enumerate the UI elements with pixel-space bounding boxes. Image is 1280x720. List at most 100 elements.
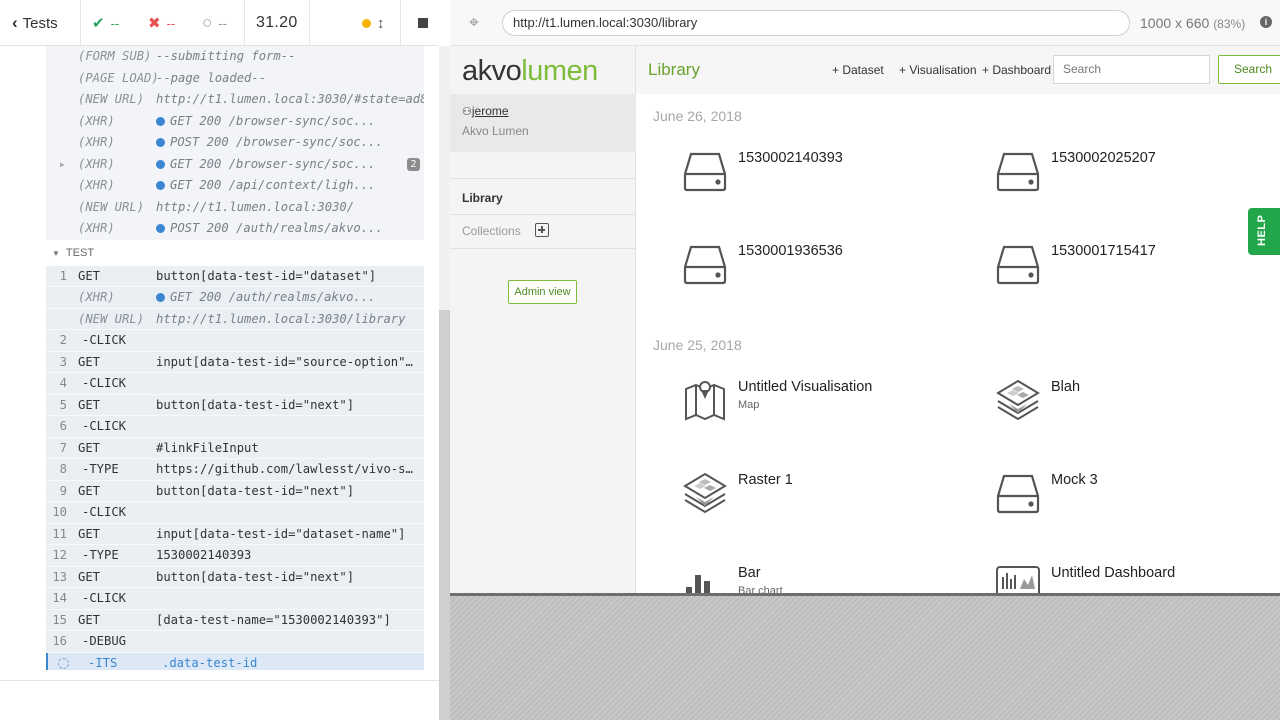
passed-count: -- bbox=[110, 15, 120, 31]
help-tab[interactable]: HELP bbox=[1248, 208, 1280, 255]
divider bbox=[80, 0, 81, 46]
command-row[interactable]: 7 GET #linkFileInput bbox=[46, 437, 424, 459]
command-row[interactable]: 13 GET button[data-test-id="next"] bbox=[46, 566, 424, 588]
log-row[interactable]: (FORM SUB) --submitting form-- bbox=[46, 46, 424, 68]
url-field[interactable]: http://t1.lumen.local:3030/library bbox=[502, 10, 1130, 36]
log-event: (XHR) bbox=[78, 156, 115, 171]
help-label: HELP bbox=[1256, 214, 1268, 246]
command-arg-text: .data-test-id bbox=[162, 655, 258, 670]
library-item[interactable]: Untitled Visualisation Map bbox=[682, 377, 982, 437]
log-row[interactable]: (PAGE LOAD) --page loaded-- bbox=[46, 67, 424, 90]
command-row[interactable]: 2 -CLICK bbox=[46, 330, 424, 352]
command-row[interactable]: 15 GET [data-test-name="1530002140393"] bbox=[46, 609, 424, 631]
xhr-status-dot bbox=[156, 159, 165, 169]
log-event: (XHR) bbox=[78, 178, 115, 192]
dataset-icon bbox=[995, 241, 1041, 287]
log-event: (XHR) bbox=[78, 135, 115, 149]
date-heading: June 26, 2018 bbox=[653, 108, 742, 124]
log-message: GET 200 /browser-sync/soc... bbox=[156, 111, 375, 133]
nav-library[interactable]: Library bbox=[462, 191, 503, 205]
command-row[interactable]: 1 GET button[data-test-id="dataset"] bbox=[46, 265, 424, 287]
item-title: 1530001715417 bbox=[1051, 243, 1156, 259]
app-preview-area: ⌖ http://t1.lumen.local:3030/library 100… bbox=[450, 0, 1280, 720]
library-item[interactable]: 1530002025207 bbox=[995, 148, 1280, 208]
divider bbox=[400, 0, 401, 46]
akvo-lumen-logo[interactable]: akvolumen bbox=[462, 54, 598, 88]
info-icon[interactable]: i bbox=[1260, 16, 1272, 28]
log-row[interactable]: ▶ (XHR) GET 200 /browser-sync/soc... 2 bbox=[46, 153, 424, 175]
user-icon: ⚇ bbox=[462, 106, 472, 118]
user-name: jerome bbox=[471, 104, 509, 118]
app-frame: akvolumen ⚇jerome Akvo Lumen Library Col… bbox=[450, 46, 1280, 594]
command-row[interactable]: (XHR) GET 200 /auth/realms/akvo... bbox=[46, 287, 424, 309]
log-message: http://t1.lumen.local:3030/ bbox=[156, 197, 354, 219]
test-label: TEST bbox=[65, 246, 95, 259]
command-row[interactable]: 8 -TYPE https://github.com/lawlesst/vivo-s… bbox=[46, 459, 424, 481]
command-row[interactable]: 14 -CLICK bbox=[46, 588, 424, 610]
log-row[interactable]: (XHR) POST 200 /browser-sync/soc... bbox=[46, 132, 424, 154]
command-row[interactable]: (NEW URL) http://t1.lumen.local:3030/libr… bbox=[46, 308, 424, 330]
log-message: --page loaded-- bbox=[156, 68, 266, 90]
log-row[interactable]: (NEW URL) http://t1.lumen.local:3030/ bbox=[46, 196, 424, 219]
search-input[interactable]: Search bbox=[1053, 55, 1210, 84]
command-arg-text: button[data-test-id="next"] bbox=[156, 397, 355, 412]
command-name: GET bbox=[78, 569, 101, 584]
library-item[interactable]: 1530002140393 bbox=[682, 148, 982, 208]
runner-header: ‹ Tests ✔ -- ✖ -- ○ -- 31.20 ↕ bbox=[0, 0, 439, 46]
search-button[interactable]: Search bbox=[1218, 55, 1280, 84]
command-arg: button[data-test-id="next"] bbox=[156, 567, 418, 588]
command-number: 2 bbox=[59, 333, 67, 347]
user-link[interactable]: ⚇jerome bbox=[462, 104, 509, 118]
log-message-text: --page loaded-- bbox=[156, 70, 267, 85]
nav-collections[interactable]: Collections bbox=[462, 224, 521, 238]
divider bbox=[450, 248, 636, 249]
test-title[interactable]: ▼ TEST bbox=[46, 239, 424, 266]
selector-playground-icon[interactable]: ⌖ bbox=[464, 12, 484, 32]
library-item[interactable]: Raster 1 bbox=[682, 470, 982, 530]
viewport-zoom: (83%) bbox=[1213, 17, 1246, 31]
command-row[interactable]: -ITS .data-test-id bbox=[46, 652, 424, 670]
add-visualisation-link[interactable]: + Visualisation bbox=[899, 63, 977, 77]
library-item[interactable]: Bar Bar chart bbox=[682, 563, 982, 594]
command-row[interactable]: 5 GET button[data-test-id="next"] bbox=[46, 394, 424, 416]
log-event: (FORM SUB) bbox=[78, 49, 152, 63]
library-item[interactable]: Blah bbox=[995, 377, 1280, 437]
library-item[interactable]: Untitled Dashboard bbox=[995, 563, 1280, 594]
log-row[interactable]: (NEW URL) http://t1.lumen.local:3030/#sta… bbox=[46, 89, 424, 111]
auto-scroll-toggle[interactable]: ↕ bbox=[362, 0, 385, 46]
admin-view-button[interactable]: Admin view bbox=[508, 280, 577, 304]
command-number: 9 bbox=[59, 483, 67, 498]
stop-button[interactable] bbox=[418, 0, 428, 46]
command-row[interactable]: 9 GET button[data-test-id="next"] bbox=[46, 480, 424, 502]
library-item[interactable]: 1530001715417 bbox=[995, 241, 1280, 301]
command-row[interactable]: 4 -CLICK bbox=[46, 373, 424, 395]
item-title: 1530002140393 bbox=[738, 150, 843, 166]
log-row[interactable]: (XHR) GET 200 /api/context/ligh... bbox=[46, 175, 424, 197]
log-event: (PAGE LOAD) bbox=[78, 70, 159, 85]
spinner-icon bbox=[58, 657, 69, 669]
command-row[interactable]: 6 -CLICK bbox=[46, 416, 424, 438]
add-dataset-link[interactable]: + Dataset bbox=[832, 63, 884, 77]
command-row[interactable]: 11 GET input[data-test-id="dataset-name"] bbox=[46, 523, 424, 545]
log-message-text: --submitting form-- bbox=[156, 49, 296, 63]
log-scrollbar[interactable] bbox=[439, 46, 450, 720]
scrollbar-thumb[interactable] bbox=[439, 310, 450, 720]
command-name: GET bbox=[78, 483, 101, 498]
check-icon: ✔ bbox=[92, 15, 105, 32]
passed-stat: ✔ -- bbox=[92, 0, 119, 46]
log-row[interactable]: (XHR) POST 200 /auth/realms/akvo... bbox=[46, 218, 424, 240]
add-dashboard-link[interactable]: + Dashboard bbox=[982, 63, 1051, 77]
command-row[interactable]: 10 -CLICK bbox=[46, 502, 424, 524]
library-item[interactable]: 1530001936536 bbox=[682, 241, 982, 301]
item-title: 1530002025207 bbox=[1051, 150, 1156, 166]
add-collection-icon[interactable] bbox=[535, 223, 549, 237]
log-row[interactable]: (XHR) GET 200 /browser-sync/soc... bbox=[46, 110, 424, 133]
tests-back-button[interactable]: ‹ Tests bbox=[12, 0, 58, 46]
command-row[interactable]: 12 -TYPE 1530002140393 bbox=[46, 545, 424, 567]
viewport-size: 1000 x 660 (83%) bbox=[1140, 0, 1245, 46]
command-arg-text: input[data-test-id="dataset-name"] bbox=[156, 526, 406, 541]
command-row[interactable]: 16 -DEBUG bbox=[46, 631, 424, 653]
command-row[interactable]: 3 GET input[data-test-id="source-option"].… bbox=[46, 351, 424, 373]
command-number: 1 bbox=[59, 268, 67, 283]
library-item[interactable]: Mock 3 bbox=[995, 470, 1280, 530]
